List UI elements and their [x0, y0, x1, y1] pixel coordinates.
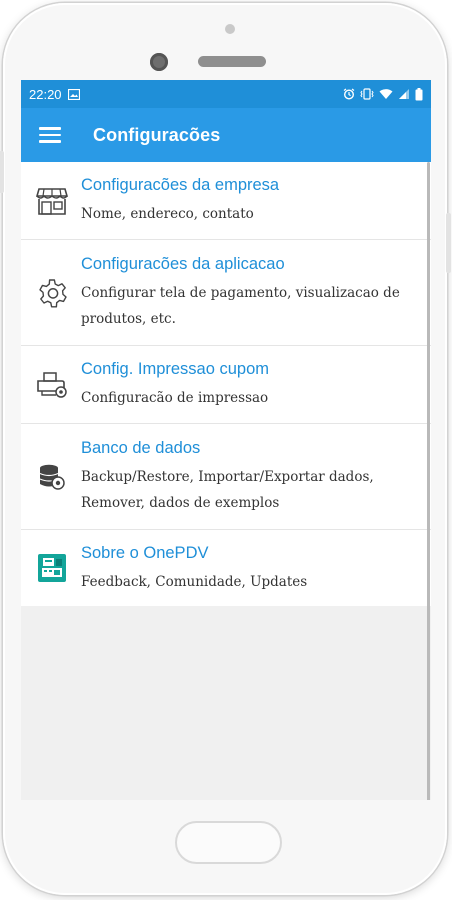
database-icon — [39, 464, 65, 490]
home-button[interactable] — [175, 821, 282, 864]
status-time: 22:20 — [29, 86, 62, 102]
sensor-dot — [225, 24, 235, 34]
printer-icon — [37, 371, 67, 398]
settings-item-title: Configuracões da aplicacao — [81, 255, 285, 273]
wifi-icon — [379, 89, 393, 99]
settings-item-subtitle: Backup/Restore, Importar/Exportar dados,… — [81, 469, 374, 511]
settings-item-title: Sobre o OnePDV — [81, 543, 209, 562]
signal-icon — [399, 89, 409, 99]
status-bar: 22:20 — [21, 80, 431, 108]
pos-terminal-icon — [38, 554, 66, 582]
image-icon — [67, 88, 80, 100]
front-camera — [150, 53, 168, 71]
settings-item-application[interactable]: Configuracões da aplicacao Configurar te… — [21, 240, 431, 346]
vibrate-icon — [360, 88, 374, 100]
app-screen: 22:20 Configuracões Configuracões da emp… — [21, 80, 431, 800]
settings-item-title: Configuracões da empresa — [81, 176, 280, 194]
gear-icon — [39, 278, 67, 307]
settings-item-subtitle: Nome, endereco, contato — [81, 206, 254, 222]
settings-item-subtitle: Feedback, Comunidade, Updates — [81, 573, 308, 590]
app-bar: Configuracões — [21, 108, 431, 162]
hamburger-menu-icon[interactable] — [39, 127, 61, 143]
power-button — [446, 213, 451, 273]
alarm-icon — [343, 88, 355, 100]
earpiece-speaker — [198, 56, 266, 67]
page-title: Configuracões — [93, 124, 221, 145]
settings-item-title: Config. Impressao cupom — [81, 360, 270, 378]
settings-item-subtitle: Configurar tela de pagamento, visualizac… — [81, 285, 400, 327]
storefront-icon — [36, 187, 68, 215]
settings-item-about[interactable]: Sobre o OnePDV Feedback, Comunidade, Upd… — [21, 530, 431, 606]
scrollbar[interactable] — [427, 162, 430, 800]
battery-icon — [415, 87, 423, 100]
settings-item-subtitle: Configuracão de impressao — [81, 390, 269, 406]
settings-item-title: Banco de dados — [81, 439, 201, 457]
volume-button — [0, 151, 4, 193]
settings-item-print[interactable]: Config. Impressao cupom Configuracão de … — [21, 346, 431, 424]
status-icons — [343, 87, 423, 101]
settings-item-company[interactable]: Configuracões da empresa Nome, endereco,… — [21, 162, 431, 240]
settings-list: Configuracões da empresa Nome, endereco,… — [21, 162, 431, 606]
settings-item-database[interactable]: Banco de dados Backup/Restore, Importar/… — [21, 424, 431, 530]
